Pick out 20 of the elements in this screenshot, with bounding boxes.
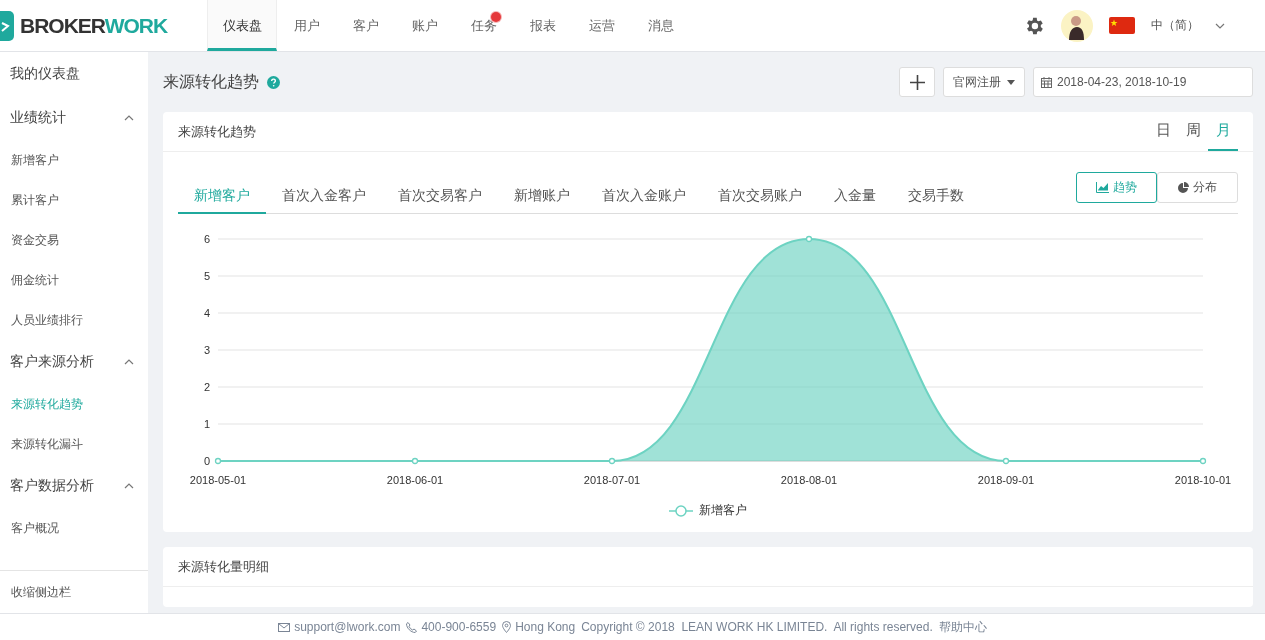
x-axis-label: 2018-09-01 (977, 474, 1035, 486)
y-axis-label: 3 (203, 344, 210, 356)
card-title: 来源转化量明细 (178, 557, 269, 576)
y-axis-label: 5 (203, 270, 210, 282)
x-axis-label: 2018-06-01 (386, 474, 444, 486)
y-axis-label: 6 (203, 233, 210, 245)
x-axis-label: 2018-08-01 (780, 474, 838, 486)
y-axis-label: 0 (203, 455, 210, 467)
copyright-text: Copyright © 2018 LEAN WORK HK LIMITED. All rights reserved. (581, 620, 933, 634)
phone-number: 400-900-6559 (421, 620, 497, 634)
x-axis-label: 2018-07-01 (583, 474, 641, 486)
y-axis-label: 2 (203, 381, 210, 393)
location-text: Hong Kong (515, 620, 576, 634)
x-axis-label: 2018-05-01 (189, 474, 247, 486)
card-title: 来源转化趋势 (178, 122, 256, 141)
logo-text: BROKERWORK (20, 13, 168, 38)
y-axis-label: 1 (203, 418, 210, 430)
x-axis-label: 2018-10-01 (1174, 474, 1232, 486)
page-title: 来源转化趋势 (163, 71, 259, 92)
y-axis-label: 4 (203, 307, 210, 319)
